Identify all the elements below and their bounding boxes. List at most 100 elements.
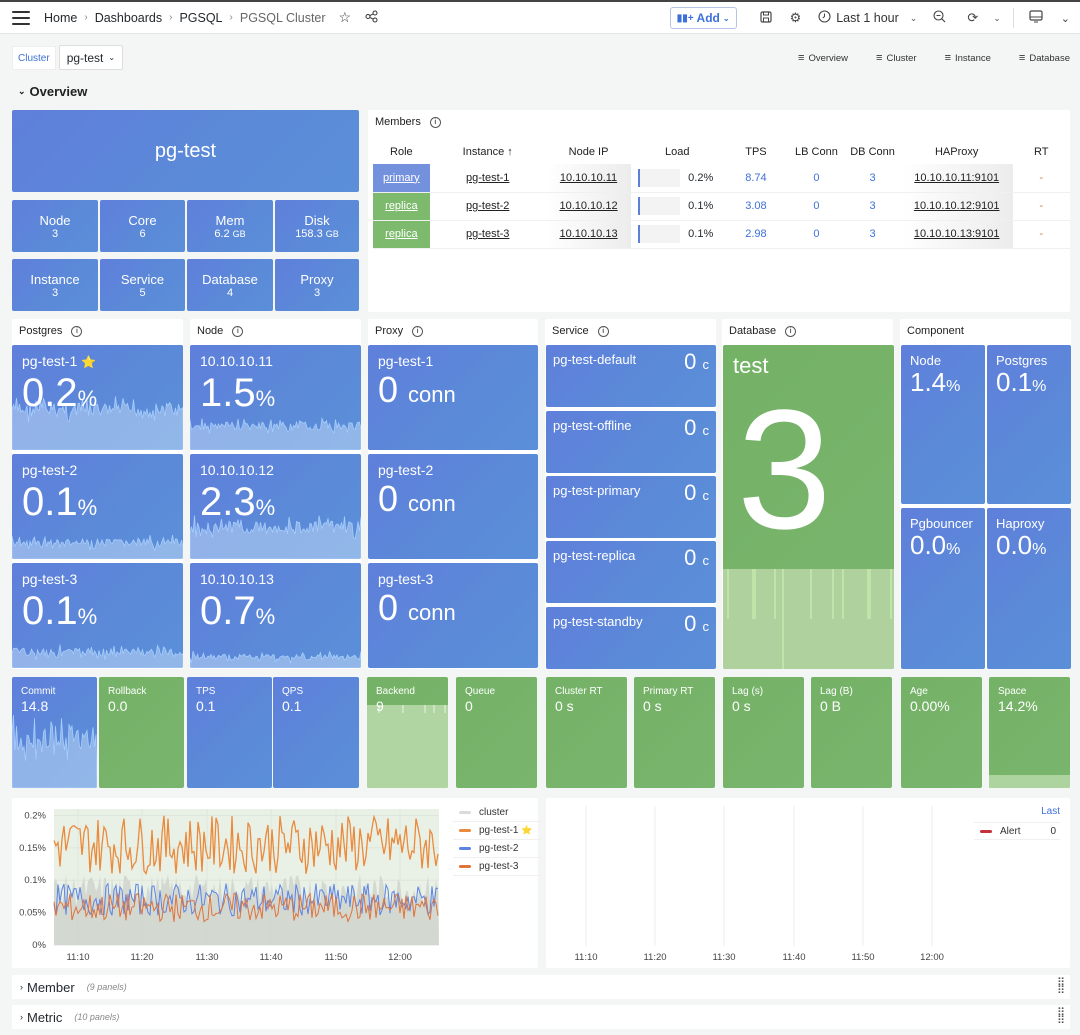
tv-mode-icon[interactable]: [1029, 10, 1043, 26]
proxy-tile-pg-test-1[interactable]: pg-test-1 0 conn: [368, 345, 538, 450]
service-tile-pg-test-default[interactable]: pg-test-default 0 c: [546, 345, 716, 407]
breadcrumb-home[interactable]: Home: [44, 11, 77, 25]
mini-stat-qps[interactable]: QPS 0.1: [273, 677, 359, 788]
legend-item-pg-test-1[interactable]: pg-test-1 ⭐: [453, 822, 541, 840]
proxy-tile-pg-test-3[interactable]: pg-test-3 0 conn: [368, 563, 538, 668]
instance-link[interactable]: pg-test-1: [466, 172, 509, 184]
mini-stat-backend[interactable]: Backend 9: [367, 677, 448, 788]
summary-stat-core[interactable]: Core 6: [100, 200, 185, 252]
time-range-picker[interactable]: Last 1 hour ⌄: [818, 10, 917, 26]
mini-stat-lag-s[interactable]: Lag (s) 0 s: [723, 677, 804, 788]
info-icon[interactable]: i: [785, 325, 797, 337]
chevron-down-icon[interactable]: ⌄: [1061, 12, 1070, 25]
legend-header-last[interactable]: Last: [974, 806, 1060, 822]
settings-icon[interactable]: ⚙: [790, 10, 802, 26]
component-tile-node[interactable]: Node 1.4%: [901, 345, 985, 504]
haproxy-link[interactable]: 10.10.10.13:9101: [914, 228, 1000, 240]
summary-stat-service[interactable]: Service 5: [100, 259, 185, 311]
mini-stat-space[interactable]: Space 14.2%: [989, 677, 1070, 788]
node-tile-10.10.10.12[interactable]: 10.10.10.12 2.3%: [190, 454, 361, 559]
cell-role[interactable]: primary: [373, 164, 430, 193]
mini-stat-age[interactable]: Age 0.00%: [901, 677, 982, 788]
col-node-ip[interactable]: Node IP: [546, 140, 632, 164]
summary-stat-instance[interactable]: Instance 3: [12, 259, 98, 311]
link-instance[interactable]: ≡ Instance: [945, 52, 991, 64]
cluster-variable-select[interactable]: pg-test ⌄: [58, 45, 124, 70]
service-tile-pg-test-primary[interactable]: pg-test-primary 0 c: [546, 476, 716, 538]
postgres-tile-pg-test-3[interactable]: pg-test-3 0.1%: [12, 563, 183, 668]
legend-item-pg-test-3[interactable]: pg-test-3: [453, 858, 541, 876]
haproxy-link[interactable]: 10.10.10.12:9101: [914, 200, 1000, 212]
col-role[interactable]: Role: [373, 140, 430, 164]
info-icon[interactable]: i: [232, 325, 244, 337]
component-tile-pgbouncer[interactable]: Pgbouncer 0.0%: [901, 508, 985, 669]
refresh-interval-dropdown[interactable]: ⌄: [993, 13, 1001, 24]
load-bar: [638, 197, 681, 215]
cell-role[interactable]: replica: [373, 220, 430, 249]
node-tile-10.10.10.11[interactable]: 10.10.10.11 1.5%: [190, 345, 361, 450]
node-ip-link[interactable]: 10.10.10.11: [560, 172, 617, 184]
summary-stat-proxy[interactable]: Proxy 3: [275, 259, 359, 311]
menu-icon[interactable]: [12, 10, 30, 25]
cluster-name-panel[interactable]: pg-test: [12, 110, 359, 192]
info-icon[interactable]: i: [597, 325, 609, 337]
node-ip-link[interactable]: 10.10.10.13: [559, 228, 617, 240]
link-cluster[interactable]: ≡ Cluster: [876, 52, 917, 64]
mini-stat-queue[interactable]: Queue 0: [456, 677, 537, 788]
summary-stat-disk[interactable]: Disk 158.3 GB: [275, 200, 359, 252]
postgres-tile-pg-test-1[interactable]: pg-test-1 ⭐ 0.2%: [12, 345, 183, 450]
legend-item-pg-test-2[interactable]: pg-test-2: [453, 840, 541, 858]
row-member[interactable]: › Member (9 panels) ⠿ ⠿: [12, 975, 1070, 999]
service-tile-pg-test-offline[interactable]: pg-test-offline 0 c: [546, 411, 716, 473]
postgres-tile-pg-test-2[interactable]: pg-test-2 0.1%: [12, 454, 183, 559]
zoom-out-icon[interactable]: [933, 10, 946, 26]
haproxy-link[interactable]: 10.10.10.11:9101: [914, 172, 999, 184]
col-haproxy[interactable]: HAProxy: [901, 140, 1013, 164]
summary-stat-database[interactable]: Database 4: [187, 259, 273, 311]
proxy-tile-pg-test-2[interactable]: pg-test-2 0 conn: [368, 454, 538, 559]
node-tile-10.10.10.13[interactable]: 10.10.10.13 0.7%: [190, 563, 361, 668]
mini-stat-tps[interactable]: TPS 0.1: [187, 677, 272, 788]
cell-role[interactable]: replica: [373, 192, 430, 221]
service-tile-pg-test-standby[interactable]: pg-test-standby 0 c: [546, 607, 716, 669]
info-icon[interactable]: i: [429, 116, 441, 128]
info-icon[interactable]: i: [412, 325, 424, 337]
col-tps[interactable]: TPS: [723, 140, 788, 164]
service-tile-pg-test-replica[interactable]: pg-test-replica 0 c: [546, 541, 716, 603]
col-db-conn[interactable]: DB Conn: [844, 140, 901, 164]
share-icon[interactable]: [365, 10, 378, 26]
row-metric[interactable]: › Metric (10 panels) ⠿ ⠿: [12, 1005, 1070, 1029]
add-button[interactable]: ▮▮+ Add ⌄: [669, 7, 737, 29]
info-icon[interactable]: i: [71, 325, 83, 337]
drag-handle-icon[interactable]: ⠿ ⠿: [1057, 978, 1065, 997]
col-lb-conn[interactable]: LB Conn: [789, 140, 845, 164]
mini-stat-commit[interactable]: Commit 14.8: [12, 677, 97, 788]
link-database[interactable]: ≡ Database: [1019, 52, 1070, 64]
col-load[interactable]: Load: [631, 140, 723, 164]
breadcrumb-dashboards[interactable]: Dashboards: [95, 11, 162, 25]
link-overview[interactable]: ≡ Overview: [798, 52, 848, 64]
mini-stat-rollback[interactable]: Rollback 0.0: [99, 677, 184, 788]
star-icon[interactable]: ☆: [339, 9, 352, 26]
legend-item-cluster[interactable]: cluster: [453, 804, 541, 822]
summary-stat-mem[interactable]: Mem 6.2 GB: [187, 200, 273, 252]
legend-item-alert[interactable]: Alert 0: [974, 822, 1060, 840]
stat-label: Disk: [304, 212, 330, 228]
save-icon[interactable]: [759, 10, 772, 26]
mini-stat-cluster-rt[interactable]: Cluster RT 0 s: [546, 677, 627, 788]
component-tile-haproxy[interactable]: Haproxy 0.0%: [987, 508, 1071, 669]
summary-stat-node[interactable]: Node 3: [12, 200, 98, 252]
node-ip-link[interactable]: 10.10.10.12: [559, 200, 617, 212]
col-instance[interactable]: Instance ↑: [430, 140, 546, 164]
instance-link[interactable]: pg-test-2: [466, 200, 509, 212]
breadcrumb-pgsql[interactable]: PGSQL: [179, 11, 222, 25]
mini-stat-lag-b[interactable]: Lag (B) 0 B: [811, 677, 892, 788]
database-stat-tile[interactable]: test 3: [723, 345, 894, 669]
component-tile-postgres[interactable]: Postgres 0.1%: [987, 345, 1071, 504]
drag-handle-icon[interactable]: ⠿ ⠿: [1057, 1008, 1065, 1027]
mini-stat-primary-rt[interactable]: Primary RT 0 s: [634, 677, 715, 788]
row-overview-toggle[interactable]: ⌄ Overview: [18, 84, 87, 99]
refresh-icon[interactable]: ⟳: [967, 10, 978, 26]
col-rt[interactable]: RT: [1013, 140, 1071, 164]
instance-link[interactable]: pg-test-3: [466, 228, 509, 240]
